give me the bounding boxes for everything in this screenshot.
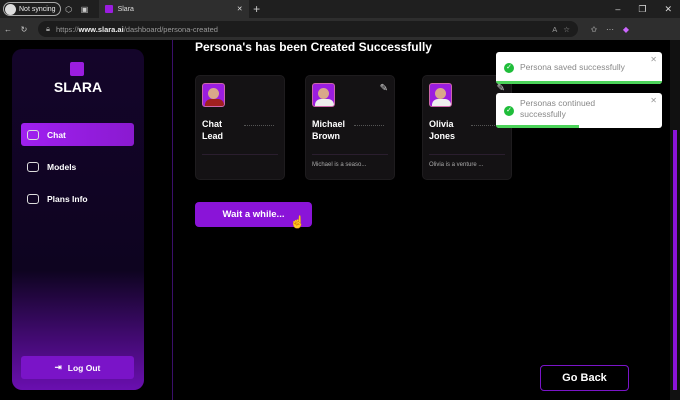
sidebar: SLARA Chat Models Plans Info ⇥ Log Out — [12, 49, 144, 390]
persona-card[interactable]: Chat Lead — [195, 75, 285, 180]
check-icon: ✓ — [504, 106, 514, 116]
divider — [312, 154, 388, 155]
divider — [244, 125, 274, 126]
browser-tab[interactable]: Slara ✕ — [98, 0, 249, 18]
close-tab-icon[interactable]: ✕ — [237, 5, 243, 13]
divider — [202, 154, 278, 155]
slara-logo-icon — [70, 62, 84, 76]
url-prefix: https:// — [56, 24, 79, 34]
logout-button[interactable]: ⇥ Log Out — [21, 356, 134, 379]
logout-label: Log Out — [67, 362, 101, 373]
sidebar-item-label: Plans Info — [47, 193, 88, 204]
url-path: /dashboard/persona-created — [123, 24, 218, 34]
avatar — [202, 83, 225, 107]
name-line: Michael — [312, 119, 346, 129]
persona-name: Chat Lead — [202, 118, 223, 142]
avatar — [429, 83, 452, 107]
copilot-icon[interactable]: ◆ — [618, 25, 634, 34]
toast-notification: ✓ Persona saved successfully ✕ — [496, 52, 662, 84]
new-tab-icon[interactable]: + — [249, 2, 265, 16]
toast-notification: ✓ Personas continued successfully ✕ — [496, 93, 662, 128]
hand-cursor-icon: ☝ — [290, 215, 305, 229]
brand-name: SLARA — [53, 79, 103, 95]
sidebar-item-plans-info[interactable]: Plans Info — [21, 187, 134, 210]
scrollbar-thumb[interactable] — [673, 130, 677, 390]
address-bar-row: ← ↻ 🔒︎ https://www.slara.ai/dashboard/per… — [0, 18, 680, 40]
url-input[interactable]: 🔒︎ https://www.slara.ai/dashboard/persona… — [38, 21, 578, 37]
url-domain: www.slara.ai — [78, 24, 124, 34]
close-window-icon[interactable]: ✕ — [664, 4, 672, 15]
toast-text: Personas continued successfully — [520, 98, 596, 119]
workspaces-icon[interactable]: ⬡ — [61, 5, 77, 14]
close-icon[interactable]: ✕ — [650, 96, 657, 105]
persona-card[interactable]: ✎ Michael Brown Michael is a seaso... — [305, 75, 395, 180]
divider — [354, 125, 384, 126]
profile-icon — [5, 3, 16, 15]
sidebar-item-label: Chat — [47, 129, 66, 140]
name-line: Olivia — [429, 119, 454, 129]
divider — [172, 40, 173, 400]
edit-icon[interactable]: ✎ — [380, 83, 388, 94]
restore-icon[interactable]: ❐ — [638, 4, 646, 15]
favorites-icon[interactable]: ✩ — [586, 25, 602, 34]
tab-actions-icon[interactable]: ▣ — [77, 5, 93, 14]
back-icon[interactable]: ← — [0, 25, 16, 34]
name-line: Chat — [202, 119, 222, 129]
toast-progress-bar — [496, 125, 579, 128]
avatar — [312, 83, 335, 107]
logout-icon: ⇥ — [54, 362, 62, 372]
url-text: https://www.slara.ai/dashboard/persona-c… — [56, 25, 218, 34]
sidebar-item-chat[interactable]: Chat — [21, 123, 134, 146]
name-line: Jones — [429, 131, 456, 141]
toast-progress-bar — [496, 81, 662, 84]
profile-label: Not syncing — [19, 5, 56, 13]
chat-icon — [27, 129, 39, 140]
divider — [429, 154, 505, 155]
favorite-icon[interactable]: ☆ — [563, 25, 570, 34]
persona-name: Michael Brown — [312, 118, 345, 142]
profile-button[interactable]: Not syncing — [3, 2, 61, 16]
models-icon — [27, 161, 39, 172]
check-icon: ✓ — [504, 63, 514, 73]
toast-text: Persona saved successfully — [520, 62, 625, 72]
favicon-icon — [104, 5, 113, 13]
persona-name: Olivia Jones — [429, 118, 455, 142]
refresh-icon[interactable]: ↻ — [16, 25, 32, 34]
persona-description: Olivia is a venture ... — [429, 162, 484, 168]
more-icon[interactable]: ··· — [602, 25, 618, 34]
tab-title: Slara — [117, 5, 134, 13]
lock-icon: 🔒︎ — [46, 24, 50, 33]
name-line: Lead — [202, 131, 224, 141]
plans-icon — [27, 193, 39, 204]
page-title: Persona's has been Created Successfully — [195, 40, 432, 54]
go-back-button[interactable]: Go Back — [540, 365, 629, 391]
name-line: Brown — [312, 131, 340, 141]
close-icon[interactable]: ✕ — [650, 55, 657, 64]
minimize-icon[interactable]: – — [615, 4, 620, 15]
sidebar-item-label: Models — [47, 161, 77, 172]
sidebar-item-models[interactable]: Models — [21, 155, 134, 178]
persona-description: Michael is a seaso... — [312, 162, 367, 168]
browser-tab-bar: Not syncing ⬡ ▣ Slara ✕ + – ❐ ✕ — [0, 0, 680, 18]
read-aloud-icon[interactable]: A — [552, 25, 557, 34]
